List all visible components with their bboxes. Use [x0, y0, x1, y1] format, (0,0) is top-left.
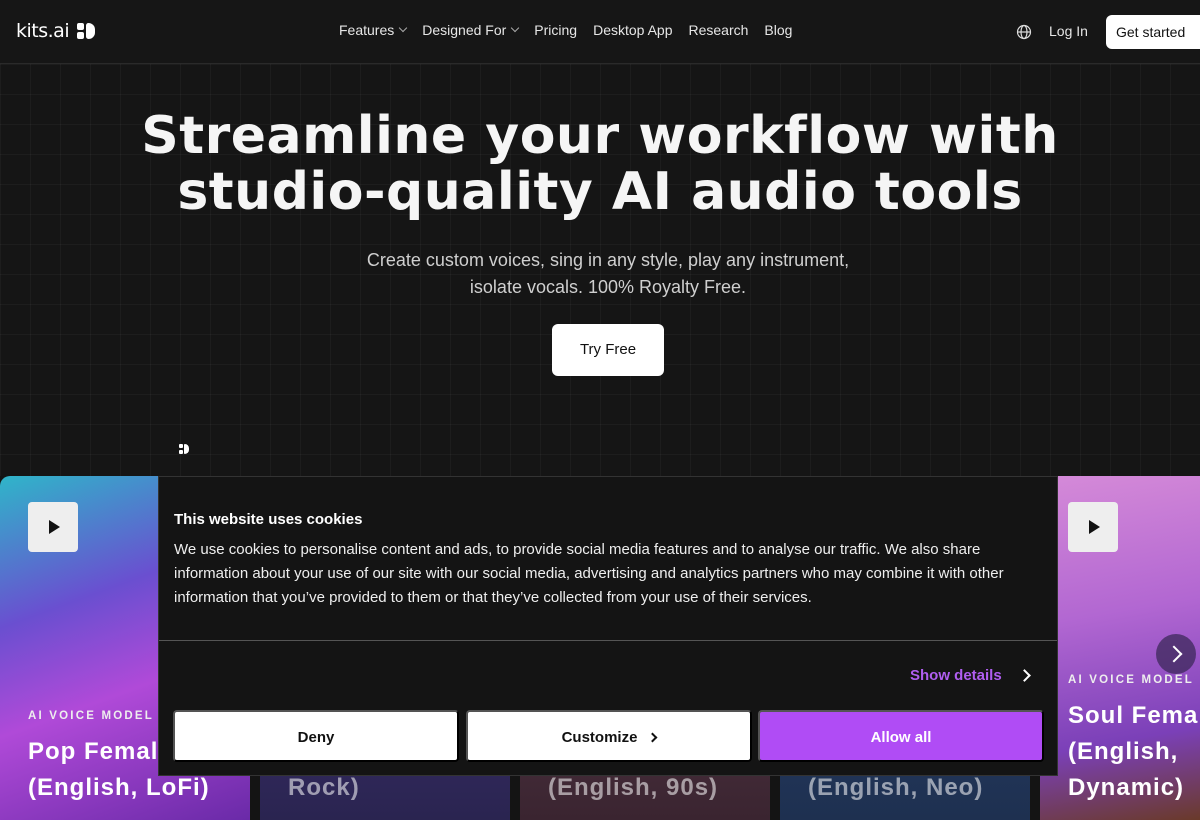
- card-title-line3: Dynamic): [1068, 774, 1185, 801]
- logo[interactable]: kits.ai: [16, 20, 96, 42]
- nav-blog[interactable]: Blog: [764, 22, 792, 38]
- nav-desktop-app[interactable]: Desktop App: [593, 22, 672, 38]
- hero-title: Streamline your workflow with studio-qua…: [0, 108, 1200, 220]
- nav-research[interactable]: Research: [688, 22, 748, 38]
- hero-subtitle-line2: isolate vocals. 100% Royalty Free.: [469, 277, 747, 297]
- top-navigation: kits.ai Features Designed For Pricing De…: [0, 0, 1200, 64]
- customize-label: Customize: [561, 729, 638, 746]
- customize-button[interactable]: Customize: [466, 710, 752, 762]
- chevron-down-icon: [511, 23, 520, 33]
- get-started-button[interactable]: Get started: [1106, 15, 1200, 49]
- nav-designed-for-label: Designed For: [422, 22, 507, 38]
- play-icon[interactable]: [1068, 502, 1118, 552]
- hero-subtitle: Create custom voices, sing in any style,…: [330, 247, 886, 301]
- logo-text: kits.ai: [16, 20, 70, 42]
- divider: [159, 640, 1057, 641]
- chevron-right-icon: [1017, 669, 1031, 682]
- cookie-body: We use cookies to personalise content an…: [174, 541, 1004, 606]
- carousel-next-icon[interactable]: [1156, 634, 1196, 674]
- nav-features[interactable]: Features: [339, 22, 408, 38]
- try-free-button[interactable]: Try Free: [552, 324, 664, 376]
- allow-all-button[interactable]: Allow all: [758, 710, 1044, 762]
- brand-mark-icon: [179, 444, 189, 454]
- show-details-link[interactable]: Show details: [910, 667, 1031, 684]
- chevron-down-icon: [399, 23, 408, 33]
- card-title: Soul Female (English, Dynamic): [1068, 698, 1200, 806]
- deny-button[interactable]: Deny: [173, 710, 459, 762]
- play-icon[interactable]: [28, 502, 78, 552]
- cookie-title: This website uses cookies: [174, 511, 363, 528]
- hero-title-line2: studio-quality AI audio tools: [177, 162, 1023, 222]
- main-menu: Features Designed For Pricing Desktop Ap…: [339, 22, 792, 38]
- nav-features-label: Features: [339, 22, 395, 38]
- globe-icon[interactable]: [1016, 24, 1032, 40]
- card-tag: AI VOICE MODEL: [28, 710, 155, 722]
- card-title-line2: (English, LoFi): [28, 774, 210, 801]
- card-tag: AI VOICE MODEL: [1068, 674, 1195, 686]
- hero-title-line1: Streamline your workflow with: [141, 106, 1059, 166]
- logo-mark-icon: [77, 23, 96, 39]
- nav-pricing[interactable]: Pricing: [534, 22, 577, 38]
- hero-subtitle-line1: Create custom voices, sing in any style,…: [366, 250, 850, 270]
- card-title-line1: Soul Female: [1068, 702, 1200, 729]
- card-title-line2: (English,: [1068, 738, 1179, 765]
- show-details-label: Show details: [910, 667, 1002, 684]
- chevron-right-icon: [647, 732, 658, 743]
- cookie-banner: This website uses cookies We use cookies…: [158, 476, 1058, 776]
- login-link[interactable]: Log In: [1049, 23, 1088, 39]
- nav-designed-for[interactable]: Designed For: [422, 22, 520, 38]
- card-title-line1: Pop Female: [28, 738, 173, 765]
